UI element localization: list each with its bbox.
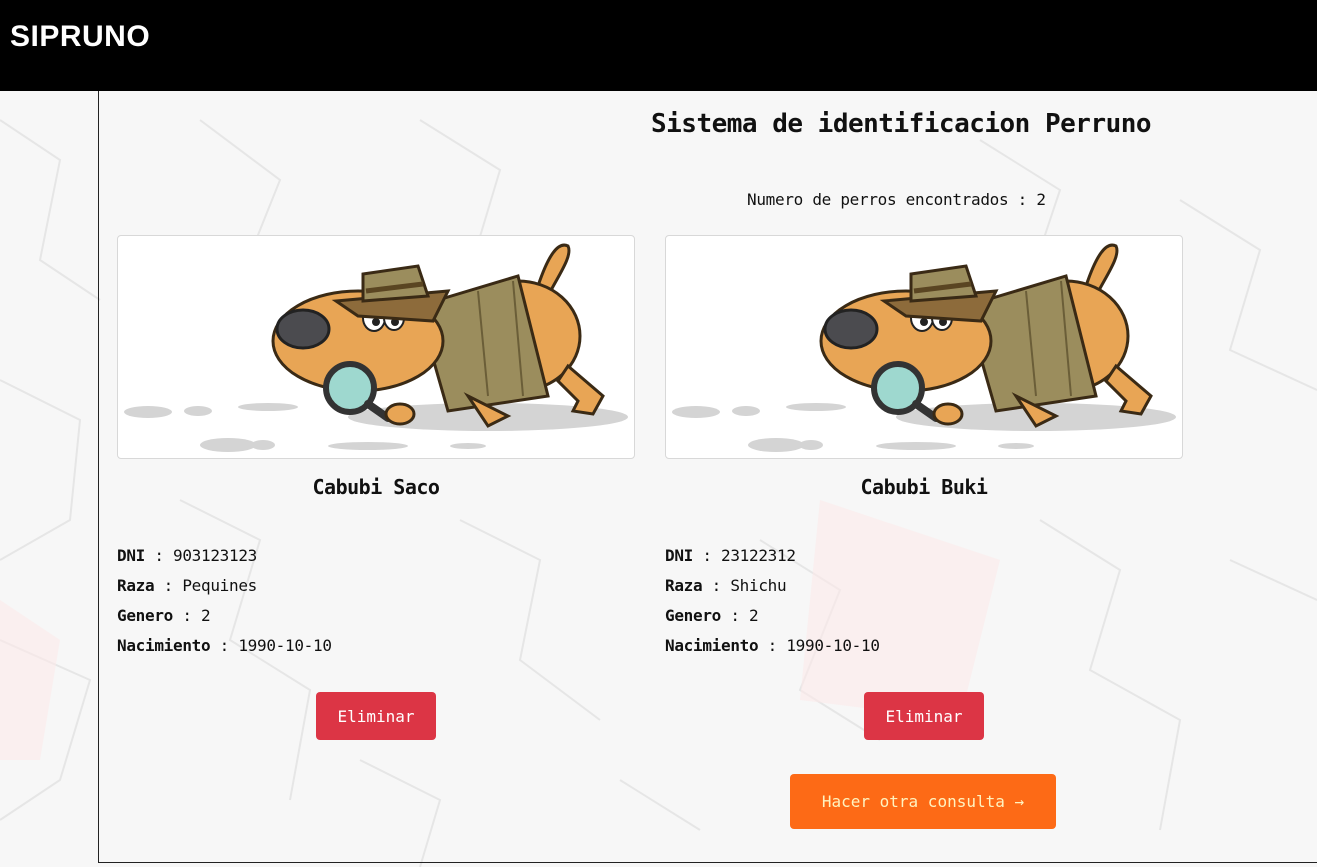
- nacimiento-value: 1990-10-10: [786, 636, 880, 655]
- dog-count-label: Numero de perros encontrados: [747, 190, 1009, 209]
- raza-separator: :: [702, 576, 731, 595]
- raza-value: Shichu: [730, 576, 787, 595]
- genero-label: Genero: [117, 606, 173, 625]
- genero-row: Genero : 2: [117, 601, 635, 631]
- raza-row: Raza : Shichu: [665, 571, 1183, 601]
- dni-separator: :: [693, 546, 721, 565]
- dni-value: 23122312: [721, 546, 796, 565]
- genero-separator: :: [173, 606, 201, 625]
- dog-details: DNI : 903123123 Raza : Pequines Genero :…: [117, 541, 635, 661]
- delete-button[interactable]: Eliminar: [864, 692, 984, 740]
- delete-button[interactable]: Eliminar: [316, 692, 436, 740]
- dog-card: Cabubi Saco DNI : 903123123 Raza : Pequi…: [117, 235, 635, 740]
- page-title: Sistema de identificacion Perruno: [651, 109, 1152, 139]
- dog-image: [665, 235, 1183, 459]
- brand-logo[interactable]: SIPRUNO: [10, 20, 150, 54]
- raza-label: Raza: [117, 576, 155, 595]
- dog-count: Numero de perros encontrados : 2: [747, 190, 1046, 209]
- genero-row: Genero : 2: [665, 601, 1183, 631]
- dog-image: [117, 235, 635, 459]
- nacimiento-separator: :: [210, 636, 239, 655]
- dni-value: 903123123: [173, 546, 257, 565]
- nacimiento-label: Nacimiento: [117, 636, 211, 655]
- dni-separator: :: [145, 546, 173, 565]
- dog-name: Cabubi Saco: [312, 475, 440, 499]
- genero-value: 2: [749, 606, 759, 625]
- dog-name: Cabubi Buki: [860, 475, 988, 499]
- genero-separator: :: [721, 606, 749, 625]
- detective-dog-icon: [124, 243, 628, 452]
- dog-details: DNI : 23122312 Raza : Shichu Genero : 2 …: [665, 541, 1183, 661]
- genero-value: 2: [201, 606, 211, 625]
- nacimiento-label: Nacimiento: [665, 636, 759, 655]
- detective-dog-icon: [672, 243, 1176, 452]
- dog-count-separator: :: [1008, 190, 1037, 209]
- nacimiento-value: 1990-10-10: [238, 636, 332, 655]
- dni-label: DNI: [117, 546, 145, 565]
- top-navbar: SIPRUNO: [0, 0, 1317, 91]
- dni-row: DNI : 23122312: [665, 541, 1183, 571]
- dog-count-value: 2: [1036, 190, 1046, 209]
- nacimiento-row: Nacimiento : 1990-10-10: [117, 631, 635, 661]
- raza-separator: :: [154, 576, 183, 595]
- raza-label: Raza: [665, 576, 703, 595]
- raza-value: Pequines: [182, 576, 258, 595]
- new-query-button[interactable]: Hacer otra consulta →: [790, 774, 1056, 829]
- nacimiento-row: Nacimiento : 1990-10-10: [665, 631, 1183, 661]
- dog-card: Cabubi Buki DNI : 23122312 Raza : Shichu…: [665, 235, 1183, 740]
- nacimiento-separator: :: [758, 636, 787, 655]
- main-content: Sistema de identificacion Perruno Numero…: [98, 91, 1317, 863]
- dni-row: DNI : 903123123: [117, 541, 635, 571]
- raza-row: Raza : Pequines: [117, 571, 635, 601]
- dni-label: DNI: [665, 546, 693, 565]
- genero-label: Genero: [665, 606, 721, 625]
